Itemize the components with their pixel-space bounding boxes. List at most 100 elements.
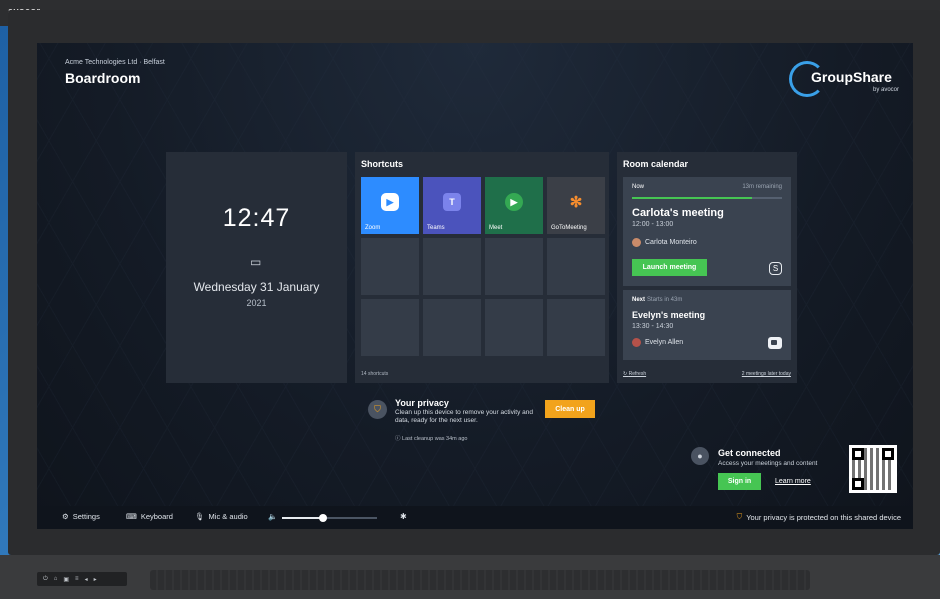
keyboard-icon: ⌨ <box>126 512 137 521</box>
time-remaining: 13m remaining <box>742 184 782 190</box>
clock-time: 12:47 <box>222 204 291 232</box>
shortcuts-count: 14 shortcuts <box>361 371 389 377</box>
shield-icon: ⛉ <box>368 400 387 419</box>
next-label: Next <box>632 297 646 303</box>
menu-icon[interactable]: ≡ <box>75 576 79 582</box>
clean-up-button[interactable]: Clean up <box>545 400 595 418</box>
refresh-label: Refresh <box>628 371 647 377</box>
skype-icon: S <box>769 262 782 275</box>
zoom-icon <box>768 337 782 349</box>
current-meeting-card: Now 13m remaining Carlota's meeting 12:0… <box>623 177 791 286</box>
meeting-time: 12:00 - 13:00 <box>632 221 674 228</box>
volume-up-icon[interactable]: ▸ <box>94 576 97 583</box>
privacy-protected: ⛉ Your privacy is protected on this shar… <box>737 512 901 522</box>
mic-icon: 🎙 <box>195 512 205 521</box>
home-icon[interactable]: ⌂ <box>54 576 58 582</box>
mic-audio-button[interactable]: 🎙 Mic & audio <box>195 512 248 521</box>
bottom-toolbar: ⚙ Settings ⌨ Keyboard 🎙 Mic & audio 🔈 ✱ … <box>37 506 913 529</box>
next-meeting-time: 13:30 - 14:30 <box>632 323 674 330</box>
meeting-organizer: Carlota Monteiro <box>632 238 697 247</box>
volume-icon: 🔈 <box>268 512 278 521</box>
meeting-progress <box>632 197 782 199</box>
avatar <box>632 338 641 347</box>
meet-icon: ▶ <box>505 193 523 211</box>
launch-meeting-button[interactable]: Launch meeting <box>632 259 707 276</box>
groupshare-logo: GroupShare by avocor <box>789 61 899 99</box>
settings-button[interactable]: ⚙ Settings <box>62 512 100 521</box>
learn-more-link[interactable]: Learn more <box>775 478 811 485</box>
front-panel-buttons: ⏻ ⌂ ▣ ≡ ◂ ▸ <box>37 572 127 586</box>
organizer-name: Evelyn Allen <box>645 339 684 346</box>
last-cleanup: ⓘ Last cleanup was 34m ago <box>395 436 468 442</box>
settings-label: Settings <box>72 512 100 521</box>
shortcut-empty[interactable] <box>361 299 419 356</box>
gotomeeting-icon: ✻ <box>569 194 583 211</box>
shortcuts-grid: ▶ Zoom T Teams ▶ Meet ✻ GoToMeeting <box>361 177 605 359</box>
qr-code <box>849 445 897 493</box>
next-meeting-card: Next Starts in 43m Evelyn's meeting 13:3… <box>623 290 791 360</box>
meeting-progress-fill <box>632 197 752 199</box>
room-calendar-panel: Room calendar Now 13m remaining Carlota'… <box>617 152 797 383</box>
logo-by: by avocor <box>872 87 899 93</box>
qr-finder <box>852 448 864 460</box>
shortcut-gotomeeting[interactable]: ✻ GoToMeeting <box>547 177 605 234</box>
shield-icon: ⛉ <box>736 512 743 521</box>
input-icon[interactable]: ▣ <box>63 576 69 583</box>
bluetooth-icon[interactable]: ✱ <box>400 512 407 521</box>
shortcut-teams[interactable]: T Teams <box>423 177 481 234</box>
clock-year: 2021 <box>246 298 267 308</box>
logo-text: GroupShare <box>811 69 892 85</box>
shortcut-label: Meet <box>489 225 503 231</box>
meeting-title: Carlota's meeting <box>632 207 724 219</box>
volume-down-icon[interactable]: ◂ <box>85 576 88 583</box>
refresh-link[interactable]: ↻ Refresh <box>623 371 646 377</box>
volume-knob[interactable] <box>318 514 327 522</box>
clock-date: Wednesday 31 January <box>193 280 320 294</box>
connect-body: Access your meetings and content <box>718 460 818 467</box>
calendar-title: Room calendar <box>623 159 689 169</box>
shortcut-empty[interactable] <box>485 238 543 295</box>
gear-icon: ⚙ <box>62 512 69 521</box>
shortcut-empty[interactable] <box>547 299 605 356</box>
mic-label: Mic & audio <box>208 512 248 521</box>
clock-panel: 12:47 ▭ Wednesday 31 January 2021 <box>166 152 347 383</box>
qr-finder <box>882 448 894 460</box>
teams-icon: T <box>443 193 461 211</box>
starts-in: Starts in 43m <box>647 297 683 303</box>
sign-in-button[interactable]: Sign in <box>718 473 761 490</box>
later-meetings-link[interactable]: 2 meetings later today <box>742 371 791 377</box>
shortcuts-panel: Shortcuts ▶ Zoom T Teams ▶ Meet ✻ GoToMe… <box>355 152 609 383</box>
shortcut-empty[interactable] <box>547 238 605 295</box>
power-icon[interactable]: ⏻ <box>43 576 48 583</box>
zoom-icon: ▶ <box>381 193 399 211</box>
privacy-body: Clean up this device to remove your acti… <box>395 409 534 424</box>
calendar-icon: ▭ <box>250 255 262 269</box>
shortcut-meet[interactable]: ▶ Meet <box>485 177 543 234</box>
privacy-protected-text: Your privacy is protected on this shared… <box>746 512 901 522</box>
volume-fill <box>282 517 323 519</box>
connect-title: Get connected <box>718 448 781 458</box>
shortcut-empty[interactable] <box>361 238 419 295</box>
avatar <box>632 238 641 247</box>
volume-slider[interactable] <box>282 514 377 522</box>
shortcut-empty[interactable] <box>423 238 481 295</box>
keyboard-button[interactable]: ⌨ Keyboard <box>126 512 173 521</box>
org-location: Acme Technologies Ltd · Belfast <box>65 59 165 66</box>
screen: Acme Technologies Ltd · Belfast Boardroo… <box>37 43 913 529</box>
shortcuts-title: Shortcuts <box>361 159 404 169</box>
shortcut-label: Zoom <box>365 225 381 231</box>
organizer-name: Carlota Monteiro <box>645 239 697 246</box>
shortcut-label: Teams <box>427 225 445 231</box>
shortcut-zoom[interactable]: ▶ Zoom <box>361 177 419 234</box>
privacy-notice: ⛉ Your privacy Clean up this device to r… <box>368 398 603 453</box>
now-label: Now <box>632 184 645 190</box>
room-name: Boardroom <box>65 70 141 86</box>
speaker-grille <box>150 570 810 590</box>
shortcut-label: GoToMeeting <box>551 225 587 231</box>
shortcut-empty[interactable] <box>423 299 481 356</box>
user-icon: ● <box>691 447 709 465</box>
privacy-title: Your privacy <box>395 398 449 408</box>
shortcut-empty[interactable] <box>485 299 543 356</box>
next-meeting-organizer: Evelyn Allen <box>632 338 683 347</box>
last-cleanup-text: Last cleanup was 34m ago <box>402 436 468 442</box>
